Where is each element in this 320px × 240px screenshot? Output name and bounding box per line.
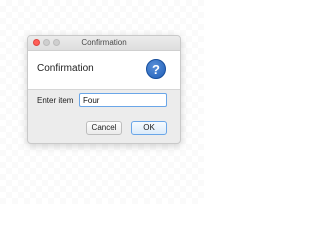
item-input[interactable] (79, 93, 167, 107)
screenshot-canvas: Confirmation Confirmation ? Enter item C… (0, 0, 204, 204)
enter-item-label: Enter item (37, 96, 74, 105)
dialog-header: Confirmation ? (28, 51, 180, 90)
input-row: Enter item (28, 89, 180, 109)
question-icon: ? (146, 59, 166, 79)
window-title: Confirmation (81, 38, 127, 47)
title-bar[interactable]: Confirmation (28, 36, 180, 51)
cancel-button[interactable]: Cancel (86, 121, 122, 135)
header-title: Confirmation (37, 63, 94, 74)
confirmation-dialog: Confirmation Confirmation ? Enter item C… (27, 35, 181, 144)
ok-button[interactable]: OK (131, 121, 167, 135)
